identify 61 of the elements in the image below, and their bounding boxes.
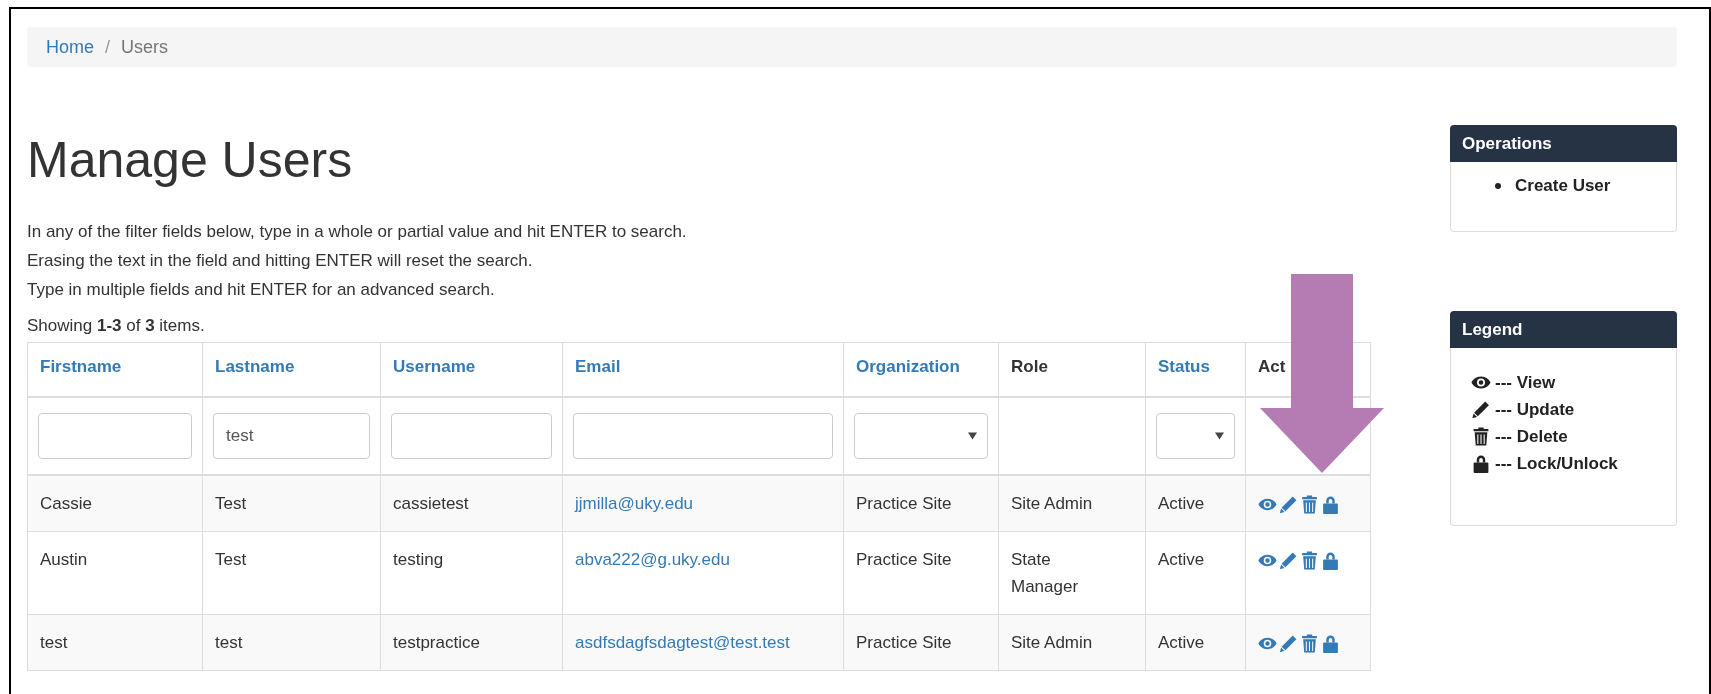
column-header: Role [1011, 357, 1048, 376]
column-sort-link[interactable]: Firstname [40, 357, 122, 376]
table-cell: testing [393, 550, 444, 569]
pencil-icon[interactable] [1279, 634, 1298, 653]
padlock-icon[interactable] [1321, 551, 1340, 570]
filter-field[interactable] [573, 413, 833, 459]
trash-icon [1471, 427, 1491, 446]
instruction-text: Type in multiple fields and hit ENTER for an advanced search. [27, 279, 496, 301]
email-address-link[interactable]: abva222@g.uky.edu [575, 550, 730, 569]
instruction-text: Erasing the text in the field and hitting ENTER will reset the search. [27, 250, 534, 272]
filter-field[interactable] [38, 413, 192, 459]
column-sort-link[interactable]: Email [575, 357, 621, 376]
padlock-icon[interactable] [1321, 634, 1340, 653]
legend-label: --- View [1495, 372, 1556, 393]
table-cell: Active [1158, 633, 1205, 652]
table-cell: Cassie [40, 494, 92, 513]
table-cell: Test [215, 550, 247, 569]
breadcrumb-link[interactable]: Home [46, 36, 94, 58]
legend-label: --- Delete [1495, 426, 1568, 447]
table-cell-text: State Manager [1011, 549, 1080, 598]
table-cell-text: Site Admin [1011, 632, 1094, 654]
legend-label: --- Lock/Unlock [1495, 453, 1618, 474]
padlock-icon[interactable] [1321, 495, 1340, 514]
breadcrumb-current: Users [121, 36, 169, 58]
table-cell: Practice Site [856, 550, 952, 569]
panel-header: Legend [1450, 311, 1677, 348]
legend-label: --- Update [1495, 399, 1575, 420]
trash-icon[interactable] [1300, 634, 1319, 653]
filter-field[interactable] [391, 413, 552, 459]
column-header: Act [1258, 357, 1286, 376]
pencil-icon [1471, 400, 1491, 419]
table-cell-text: Site Admin [1011, 493, 1094, 515]
instruction-text: In any of the filter fields below, type in a whole or partial value and hit ENTER to search. [27, 221, 688, 243]
caret-icon [1215, 432, 1224, 440]
table-cell: Practice Site [856, 633, 952, 652]
table-cell: testpractice [393, 633, 480, 652]
filter-field[interactable]: test [213, 413, 370, 459]
summary-text: Showing 1-3 of 3 items. [27, 315, 206, 337]
column-sort-link[interactable]: Lastname [215, 357, 295, 376]
trash-icon[interactable] [1300, 495, 1319, 514]
page-title: Manage Users [27, 133, 354, 188]
table-cell: Practice Site [856, 494, 952, 513]
table-cell: Test [215, 494, 247, 513]
table-cell: test [40, 633, 68, 652]
table-cell: Active [1158, 494, 1205, 513]
padlock-icon [1471, 454, 1491, 473]
table-cell: Active [1158, 550, 1205, 569]
breadcrumb-separator: / [105, 36, 111, 58]
table-cell: test [215, 633, 243, 652]
bullet-icon [1495, 183, 1501, 189]
pencil-icon[interactable] [1279, 495, 1298, 514]
column-sort-link[interactable]: Username [393, 357, 476, 376]
pencil-icon[interactable] [1279, 551, 1298, 570]
table-cell: Austin [40, 550, 88, 569]
create-user-link[interactable]: Create User [1515, 176, 1611, 196]
table-cell: cassietest [393, 494, 469, 513]
column-sort-link[interactable]: Status [1158, 357, 1210, 376]
caret-icon [968, 432, 977, 440]
trash-icon[interactable] [1300, 551, 1319, 570]
email-address-link[interactable]: jjmilla@uky.edu [575, 494, 694, 513]
panel-header: Operations [1450, 125, 1677, 162]
